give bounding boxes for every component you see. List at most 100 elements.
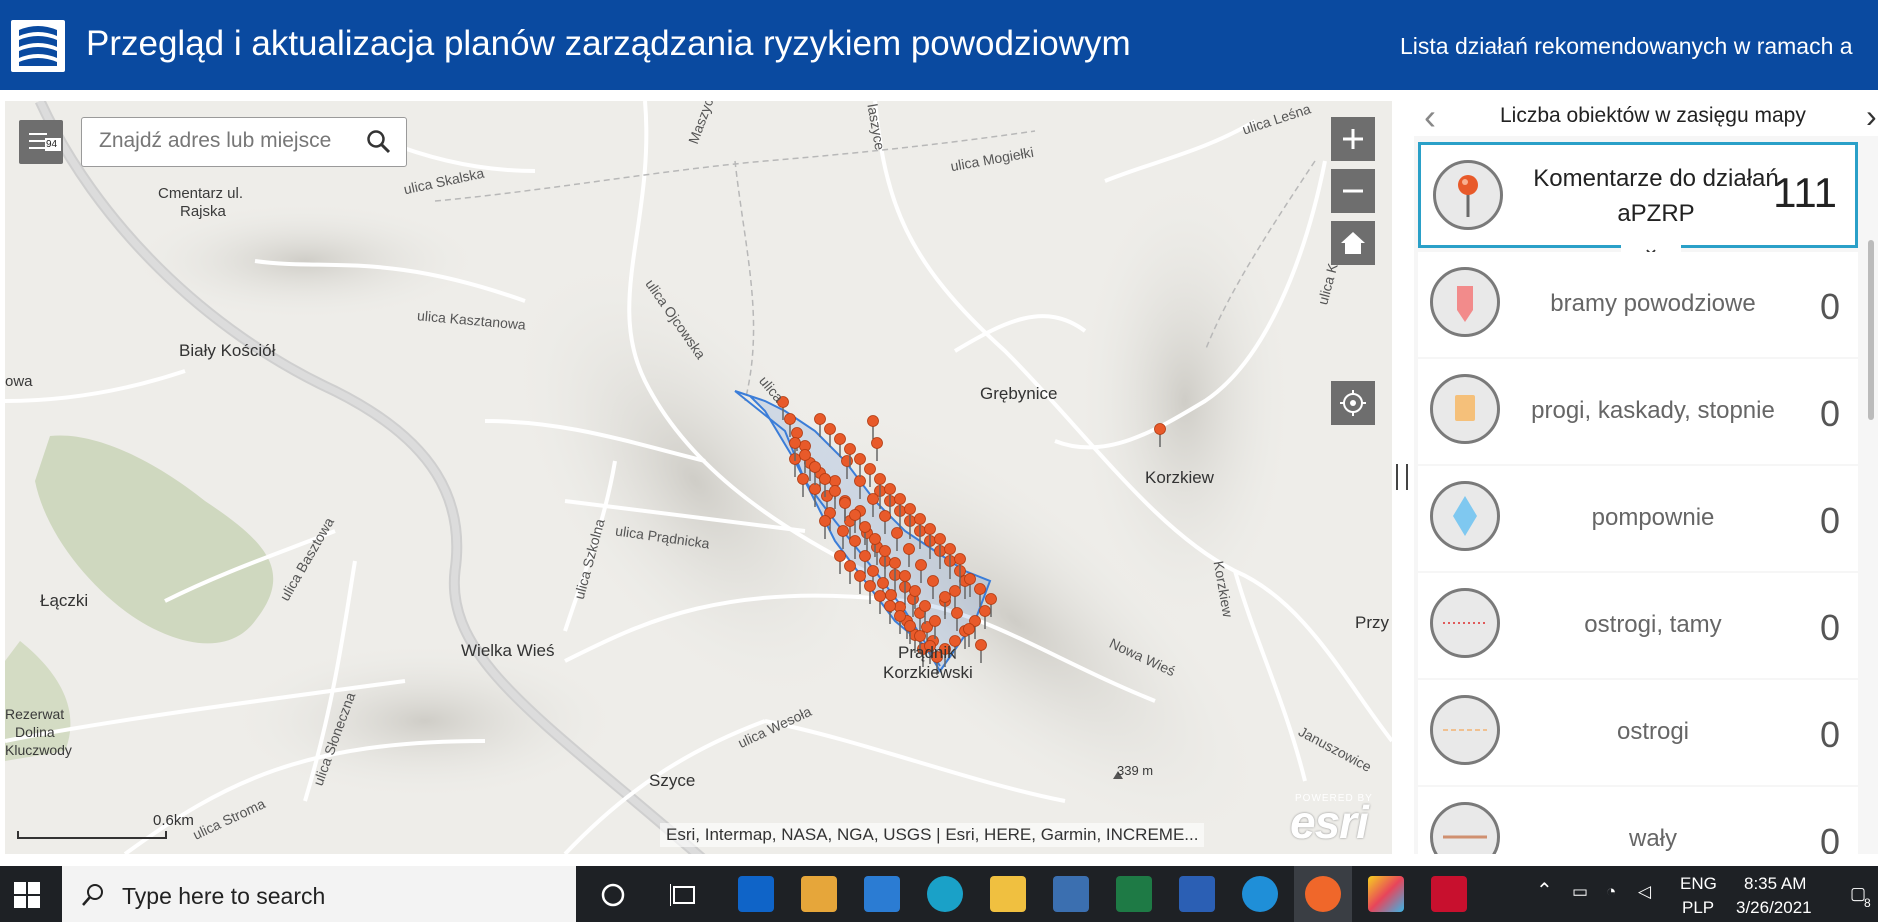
comment-pin[interactable] — [885, 589, 897, 601]
comment-pin[interactable] — [844, 443, 856, 455]
comment-pin[interactable] — [919, 600, 931, 612]
clock-time[interactable]: 8:35 AM — [1744, 874, 1806, 894]
comment-pin[interactable] — [884, 600, 896, 612]
taskbar-search[interactable]: Type here to search — [62, 866, 576, 922]
calculator-icon[interactable] — [1053, 876, 1089, 912]
edge-icon[interactable] — [927, 876, 963, 912]
comment-pin[interactable] — [844, 560, 856, 572]
comment-pin[interactable] — [975, 639, 987, 651]
comment-pin[interactable] — [849, 535, 861, 547]
header-link[interactable]: Lista działań rekomendowanych w ramach a — [1400, 33, 1853, 60]
comment-pin[interactable] — [889, 557, 901, 569]
excel-icon[interactable] — [1116, 876, 1152, 912]
comment-pin[interactable] — [939, 591, 951, 603]
volume-icon[interactable]: ◁ — [1638, 882, 1651, 902]
map-attribution[interactable]: Esri, Intermap, NASA, NGA, USGS | Esri, … — [660, 823, 1205, 847]
comment-pin[interactable] — [869, 533, 881, 545]
comment-pin[interactable] — [904, 503, 916, 515]
firefox-icon[interactable] — [1305, 876, 1341, 912]
comment-pin[interactable] — [854, 570, 866, 582]
comment-pin[interactable] — [841, 455, 853, 467]
comment-pin[interactable] — [954, 553, 966, 565]
clock-date[interactable]: 3/26/2021 — [1736, 898, 1812, 918]
comment-pin[interactable] — [914, 630, 926, 642]
comment-pin[interactable] — [944, 543, 956, 555]
mcafee-icon[interactable] — [1431, 876, 1467, 912]
comment-pin[interactable] — [877, 577, 889, 589]
comment-pin[interactable] — [924, 523, 936, 535]
comment-pin[interactable] — [879, 510, 891, 522]
mail-icon[interactable] — [864, 876, 900, 912]
category-card-progi[interactable]: progi, kaskady, stopnie 0 — [1418, 359, 1858, 464]
comment-pin[interactable] — [829, 475, 841, 487]
comment-pin[interactable] — [867, 565, 879, 577]
comment-pin[interactable] — [799, 449, 811, 461]
zoom-out-button[interactable] — [1331, 169, 1375, 213]
comment-pin[interactable] — [915, 559, 927, 571]
word-icon[interactable] — [1179, 876, 1215, 912]
comment-pin[interactable] — [814, 413, 826, 425]
comment-pin[interactable] — [985, 593, 997, 605]
esri-logo[interactable]: esri — [1290, 795, 1369, 849]
panel-scrollbar[interactable] — [1868, 240, 1874, 420]
chevron-up-icon[interactable]: ⌃ — [1536, 878, 1553, 903]
file-explorer-icon[interactable] — [990, 876, 1026, 912]
comment-pin[interactable] — [899, 570, 911, 582]
locate-button[interactable] — [1331, 381, 1375, 425]
comment-pin[interactable] — [964, 573, 976, 585]
comment-pin[interactable] — [874, 590, 886, 602]
language-primary[interactable]: ENG — [1680, 874, 1717, 894]
category-card-ostrogi[interactable]: ostrogi 0 — [1418, 680, 1858, 785]
comment-pin[interactable] — [834, 550, 846, 562]
comment-pin[interactable] — [949, 585, 961, 597]
comment-pin[interactable] — [864, 463, 876, 475]
comment-pin[interactable] — [903, 543, 915, 555]
wifi-icon[interactable]: ◔ — [1606, 882, 1616, 902]
comment-pin[interactable] — [834, 433, 846, 445]
comment-pin[interactable] — [789, 437, 801, 449]
comment-pin[interactable] — [894, 493, 906, 505]
comment-pin[interactable] — [1154, 423, 1166, 435]
paint-icon[interactable] — [1368, 876, 1404, 912]
comment-pin[interactable] — [819, 473, 831, 485]
comment-pin[interactable] — [934, 533, 946, 545]
comment-pin[interactable] — [854, 475, 866, 487]
map-view[interactable]: ulica Leśna Maszyc laszyce ulica Mogiełk… — [5, 101, 1392, 854]
comment-pin[interactable] — [929, 615, 941, 627]
category-card-ostrogi-tamy[interactable]: ostrogi, tamy 0 — [1418, 573, 1858, 678]
language-secondary[interactable]: PLP — [1682, 898, 1714, 918]
comment-pin[interactable] — [914, 513, 926, 525]
comment-pin[interactable] — [951, 607, 963, 619]
comment-pin[interactable] — [891, 527, 903, 539]
comment-pin[interactable] — [871, 437, 883, 449]
comment-pin[interactable] — [859, 550, 871, 562]
panel-splitter[interactable] — [1396, 464, 1408, 490]
layer-list-button[interactable]: 94 — [19, 120, 63, 164]
comment-pin[interactable] — [859, 521, 871, 533]
comment-pin[interactable] — [809, 461, 821, 473]
outlook-icon[interactable] — [738, 876, 774, 912]
task-view-icon[interactable] — [670, 882, 698, 908]
cortana-icon[interactable] — [600, 882, 626, 908]
category-card-komentarze[interactable]: Komentarze do działań aPZRP 111 ⌄ — [1418, 142, 1858, 261]
category-card-bramy[interactable]: bramy powodziowe 0 — [1418, 252, 1858, 357]
comment-pin[interactable] — [879, 545, 891, 557]
comment-pin[interactable] — [963, 623, 975, 635]
comment-pin[interactable] — [974, 583, 986, 595]
device-icon[interactable]: ▭ — [1572, 882, 1588, 902]
comment-pin[interactable] — [837, 525, 849, 537]
comment-pin[interactable] — [784, 413, 796, 425]
comment-pin[interactable] — [867, 493, 879, 505]
category-card-waly[interactable]: wały 0 — [1418, 787, 1858, 854]
comment-pin[interactable] — [904, 620, 916, 632]
comment-pin[interactable] — [854, 453, 866, 465]
comment-pin[interactable] — [894, 610, 906, 622]
comment-pin[interactable] — [797, 473, 809, 485]
comment-pin[interactable] — [867, 415, 879, 427]
comment-pin[interactable] — [824, 423, 836, 435]
search-input[interactable] — [83, 119, 369, 163]
home-button[interactable] — [1331, 221, 1375, 265]
comment-pin[interactable] — [809, 483, 821, 495]
chevron-right-icon[interactable]: › — [1866, 98, 1877, 135]
comment-pin[interactable] — [829, 485, 841, 497]
